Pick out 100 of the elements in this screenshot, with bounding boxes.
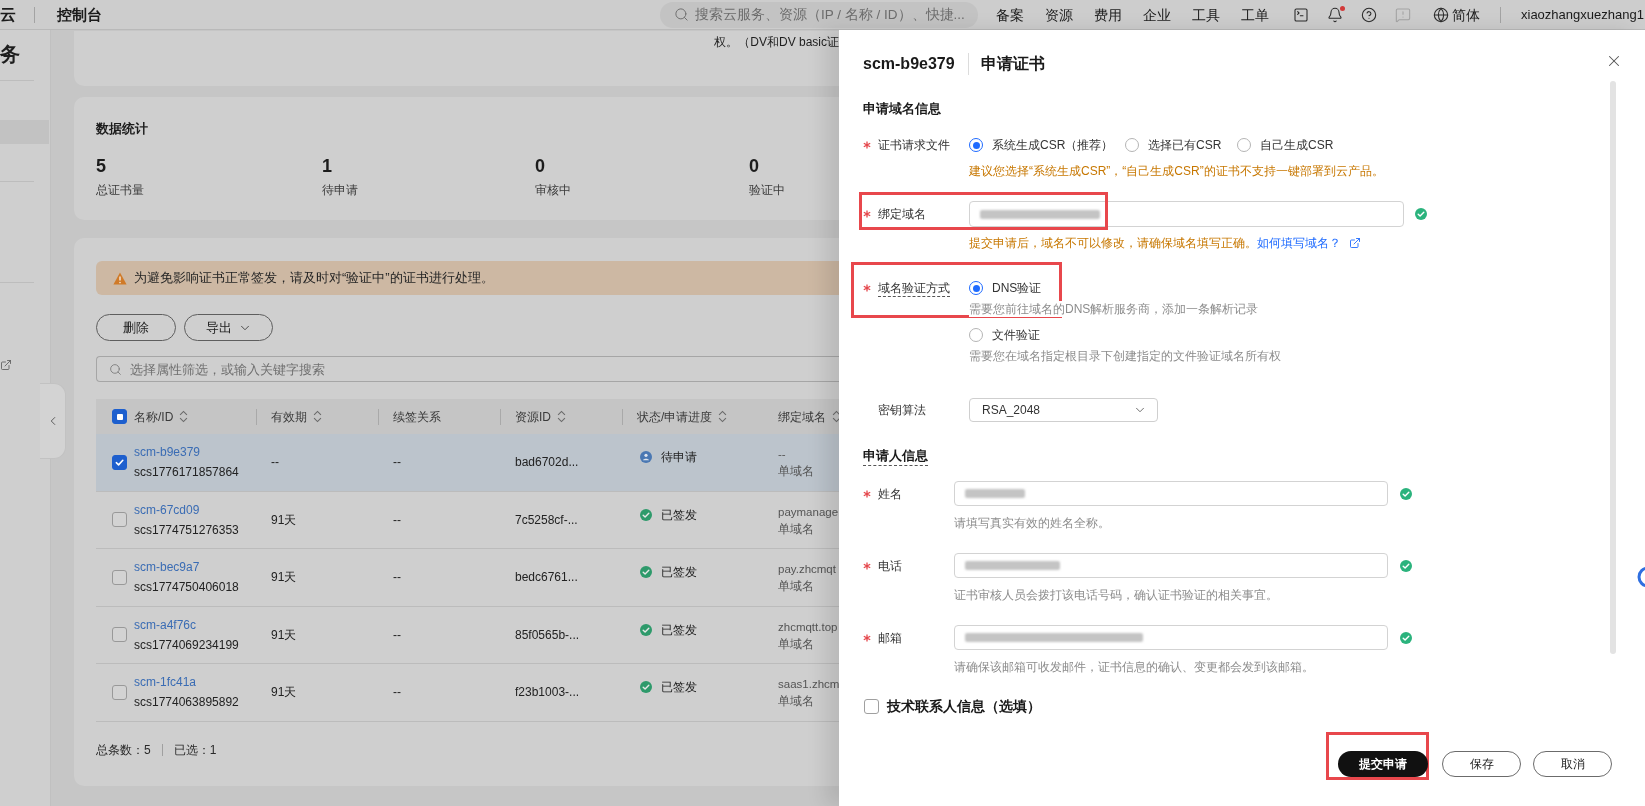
- stat-label: 待申请: [322, 182, 358, 198]
- submit-button[interactable]: 提交申请: [1338, 751, 1428, 777]
- radio-option[interactable]: DNS验证: [969, 278, 1042, 298]
- field-label: 电话: [878, 557, 902, 574]
- certificate-link[interactable]: scm-a4f76c: [134, 614, 197, 635]
- validity-cell-text: 91天: [271, 569, 297, 587]
- sort-icon[interactable]: [313, 410, 322, 423]
- sort-icon[interactable]: [718, 410, 728, 423]
- stat-label: 审核中: [535, 182, 571, 198]
- user-name[interactable]: xiaozhangxuezhang1: [1521, 5, 1644, 24]
- certificate-id: scs1774069234199: [134, 636, 239, 654]
- checkbox[interactable]: [112, 454, 127, 470]
- checkbox[interactable]: [112, 627, 127, 643]
- brand-text[interactable]: 云: [0, 4, 34, 25]
- validity-cell-text: 91天: [271, 511, 297, 529]
- radio-option[interactable]: 系统生成CSR（推荐）: [969, 135, 1114, 155]
- certificate-id: scs1774063895892: [134, 694, 239, 712]
- check-circle-icon: [640, 566, 652, 578]
- radio-option[interactable]: 选择已有CSR: [1125, 135, 1222, 155]
- field-label: 邮箱: [878, 629, 902, 646]
- nav-link[interactable]: 工单: [1241, 5, 1269, 24]
- certificate-link[interactable]: scm-1fc41a: [134, 672, 197, 693]
- certificate-id: scs1776171857864: [134, 464, 239, 482]
- sort-icon[interactable]: [557, 410, 566, 423]
- select-all-checkbox[interactable]: [112, 409, 127, 424]
- terminal-icon[interactable]: [1293, 6, 1309, 23]
- domain-type-cell-text: 单域名: [778, 464, 814, 479]
- table-row[interactable]: scm-a4f76c scs1774069234199 91天 -- 85f0565b-... 已签发 zhcmqtt.top 单域名: [96, 606, 839, 664]
- nav-link[interactable]: 费用: [1094, 5, 1122, 24]
- resource-id-cell-text: f23b1003-...: [515, 684, 580, 702]
- field-label: 绑定域名: [878, 206, 926, 222]
- globe-icon: [1433, 6, 1449, 23]
- filter-field[interactable]: 选择属性筛选，或输入关键字搜索: [96, 356, 839, 382]
- option-hint: 需要您前往域名的DNS解析服务商，添加一条解析记录: [969, 301, 1259, 317]
- external-link-icon[interactable]: [0, 359, 12, 371]
- section-title: 申请域名信息: [863, 100, 941, 118]
- text-input[interactable]: [954, 625, 1388, 650]
- domain-cell-text: paymanage: [778, 504, 839, 520]
- sort-icon[interactable]: [179, 410, 189, 423]
- column-header: 绑定域名: [778, 408, 826, 425]
- floating-button-icon[interactable]: [1637, 566, 1645, 588]
- table-row[interactable]: scm-b9e379 scs1776171857864 -- -- bad6702d... 待申请 -- 单域名: [96, 434, 839, 492]
- renewal-cell-text: --: [393, 626, 401, 644]
- warning-hint: 提交申请后，域名不可以修改，请确保域名填写正确。: [969, 235, 1257, 251]
- renewal-cell-text: --: [393, 511, 401, 529]
- scrollbar-thumb[interactable]: [1610, 81, 1616, 654]
- help-link[interactable]: 如何填写域名？: [1257, 235, 1341, 251]
- validity-cell-text: --: [271, 454, 279, 472]
- help-icon[interactable]: [1361, 6, 1377, 23]
- text-input[interactable]: [954, 553, 1388, 578]
- domain-input[interactable]: [969, 201, 1404, 227]
- key-algorithm-select[interactable]: RSA_2048: [969, 398, 1158, 422]
- validity-cell-text: 91天: [271, 626, 297, 644]
- nav-link[interactable]: 企业: [1143, 5, 1171, 24]
- console-title[interactable]: 控制台: [57, 4, 102, 25]
- renewal-cell-text: --: [393, 569, 401, 587]
- resource-id-cell-text: 7c5258cf-...: [515, 511, 578, 529]
- certificate-link[interactable]: scm-67cd09: [134, 499, 200, 520]
- search-field[interactable]: 搜索云服务、资源（IP / 名称 / ID）、快捷...: [660, 1, 978, 28]
- collapse-handle[interactable]: [40, 383, 66, 459]
- column-header: 资源ID: [515, 408, 551, 425]
- checkbox[interactable]: [112, 569, 127, 585]
- secondary-button[interactable]: 取消: [1533, 751, 1612, 777]
- resource-name: scm-b9e379: [863, 54, 955, 74]
- status-text: 已签发: [661, 564, 697, 581]
- field-label: 姓名: [878, 485, 902, 502]
- field-hint: 请填写真实有效的姓名全称。: [954, 515, 1110, 531]
- certificate-id: scs1774750406018: [134, 579, 239, 597]
- checkbox[interactable]: [112, 512, 127, 528]
- table-row[interactable]: scm-67cd09 scs1774751276353 91天 -- 7c5258cf-... 已签发 paymanage 单域名: [96, 491, 839, 549]
- table-row[interactable]: scm-bec9a7 scs1774750406018 91天 -- bedc6761... 已签发 pay.zhcmqt 单域名: [96, 549, 839, 607]
- check-circle-icon: [640, 681, 652, 693]
- validity-cell-text: 91天: [271, 684, 297, 702]
- stat-value: 5: [96, 155, 106, 177]
- certificate-link[interactable]: scm-bec9a7: [134, 557, 200, 578]
- message-icon[interactable]: [1395, 6, 1411, 23]
- drawer-title: 申请证书: [980, 54, 1045, 74]
- domain-type-cell-text: 单域名: [778, 694, 814, 709]
- text-input[interactable]: [954, 481, 1388, 506]
- external-link-icon[interactable]: [1349, 237, 1361, 249]
- secondary-button[interactable]: 保存: [1442, 751, 1521, 777]
- sort-icon[interactable]: [832, 410, 839, 423]
- column-header: 状态/申请进度: [637, 408, 713, 425]
- radio-option[interactable]: 文件验证: [969, 325, 1040, 345]
- table-row[interactable]: scm-1fc41a scs1774063895892 91天 -- f23b1003-... 已签发 saas1.zhcm 单域名: [96, 664, 839, 722]
- warning-hint: 建议您选择“系统生成CSR”，“自己生成CSR”的证书不支持一键部署到云产品。: [969, 163, 1384, 179]
- domain-type-cell-text: 单域名: [778, 521, 814, 537]
- radio-option[interactable]: 自己生成CSR: [1237, 135, 1334, 155]
- checkbox[interactable]: [112, 684, 127, 700]
- checkbox-option[interactable]: 技术联系人信息（选填）: [863, 696, 1041, 716]
- nav-link[interactable]: 备案: [996, 5, 1024, 24]
- resource-id-cell-text: 85f0565b-...: [515, 626, 580, 644]
- bell-icon[interactable]: [1327, 6, 1343, 23]
- nav-link[interactable]: 工具: [1192, 5, 1220, 24]
- nav-link[interactable]: 资源: [1045, 5, 1073, 24]
- field-label: 密钥算法: [878, 402, 926, 418]
- language-button[interactable]: 简体: [1433, 5, 1480, 24]
- renewal-cell-text: --: [393, 684, 401, 702]
- warning-icon: [113, 271, 127, 285]
- checkbox[interactable]: [864, 698, 879, 714]
